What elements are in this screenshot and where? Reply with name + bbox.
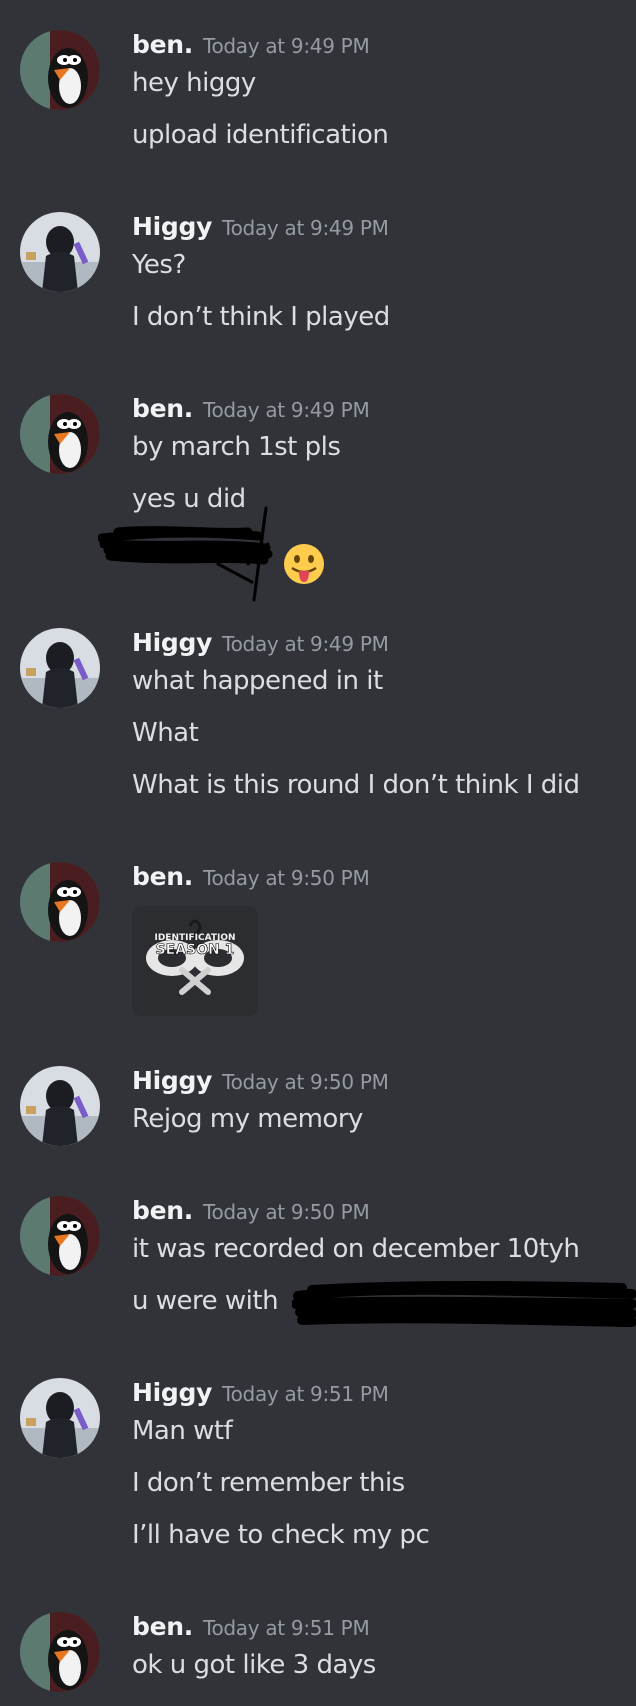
timestamp: Today at 9:49 PM	[202, 34, 370, 58]
message-text: Man wtf	[132, 1416, 233, 1446]
avatar-ben[interactable]	[20, 1612, 100, 1692]
message-text: hey higgy	[132, 68, 256, 98]
author-name[interactable]: ben.	[132, 1612, 193, 1641]
author-name[interactable]: ben.	[132, 30, 193, 59]
avatar-ben[interactable]	[20, 394, 100, 474]
avatar-ben[interactable]	[20, 862, 100, 942]
avatar-higgy[interactable]	[20, 628, 100, 708]
author-name[interactable]: ben.	[132, 394, 193, 423]
message-text: Yes?	[132, 250, 186, 280]
redaction-scribble	[292, 1281, 636, 1327]
author-name[interactable]: ben.	[132, 862, 193, 891]
message-text: What is this round I don’t think I did	[132, 770, 580, 800]
message-text: what happened in it	[132, 666, 383, 696]
message-header: Higgy Today at 9:50 PM	[132, 1066, 389, 1102]
face-with-tongue-emoji	[284, 544, 324, 584]
avatar-higgy[interactable]	[20, 1066, 100, 1146]
message-header: ben. Today at 9:51 PM	[132, 1612, 370, 1648]
timestamp: Today at 9:51 PM	[222, 1382, 389, 1406]
message-text: I don’t think I played	[132, 302, 390, 332]
message-header: ben. Today at 9:49 PM	[132, 30, 370, 66]
redaction-scribble	[98, 506, 273, 602]
avatar-ben[interactable]	[20, 1196, 100, 1276]
author-name[interactable]: ben.	[132, 1196, 193, 1225]
attachment-subtitle: SEASON 1	[156, 942, 235, 958]
message-header: ben. Today at 9:50 PM	[132, 862, 370, 898]
avatar-higgy[interactable]	[20, 212, 100, 292]
message-text: upload identification	[132, 120, 389, 150]
timestamp: Today at 9:49 PM	[202, 398, 370, 422]
timestamp: Today at 9:50 PM	[222, 1070, 389, 1094]
message-header: Higgy Today at 9:51 PM	[132, 1378, 389, 1414]
message-text: I don’t remember this	[132, 1468, 405, 1498]
message-text: it was recorded on december 10tyh	[132, 1234, 580, 1264]
timestamp: Today at 9:50 PM	[202, 1200, 370, 1224]
message-header: Higgy Today at 9:49 PM	[132, 628, 389, 664]
message-header: ben. Today at 9:50 PM	[132, 1196, 370, 1232]
message-header: ben. Today at 9:49 PM	[132, 394, 370, 430]
message-text: u were with	[132, 1286, 279, 1316]
timestamp: Today at 9:49 PM	[222, 632, 389, 656]
author-name[interactable]: Higgy	[132, 628, 212, 657]
message-text: by march 1st pls	[132, 432, 341, 462]
message-text: I’ll have to check my pc	[132, 1520, 430, 1550]
timestamp: Today at 9:49 PM	[222, 216, 389, 240]
timestamp: Today at 9:51 PM	[202, 1616, 370, 1640]
timestamp: Today at 9:50 PM	[202, 866, 370, 890]
author-name[interactable]: Higgy	[132, 1378, 212, 1407]
avatar-ben[interactable]	[20, 30, 100, 110]
avatar-higgy[interactable]	[20, 1378, 100, 1458]
message-text: What	[132, 718, 199, 748]
author-name[interactable]: Higgy	[132, 1066, 212, 1095]
image-attachment[interactable]: IDENTIFICATION SEASON 1	[132, 906, 258, 1016]
message-text: ok u got like 3 days	[132, 1650, 376, 1680]
message-header: Higgy Today at 9:49 PM	[132, 212, 389, 248]
message-text: Rejog my memory	[132, 1104, 363, 1134]
author-name[interactable]: Higgy	[132, 212, 212, 241]
